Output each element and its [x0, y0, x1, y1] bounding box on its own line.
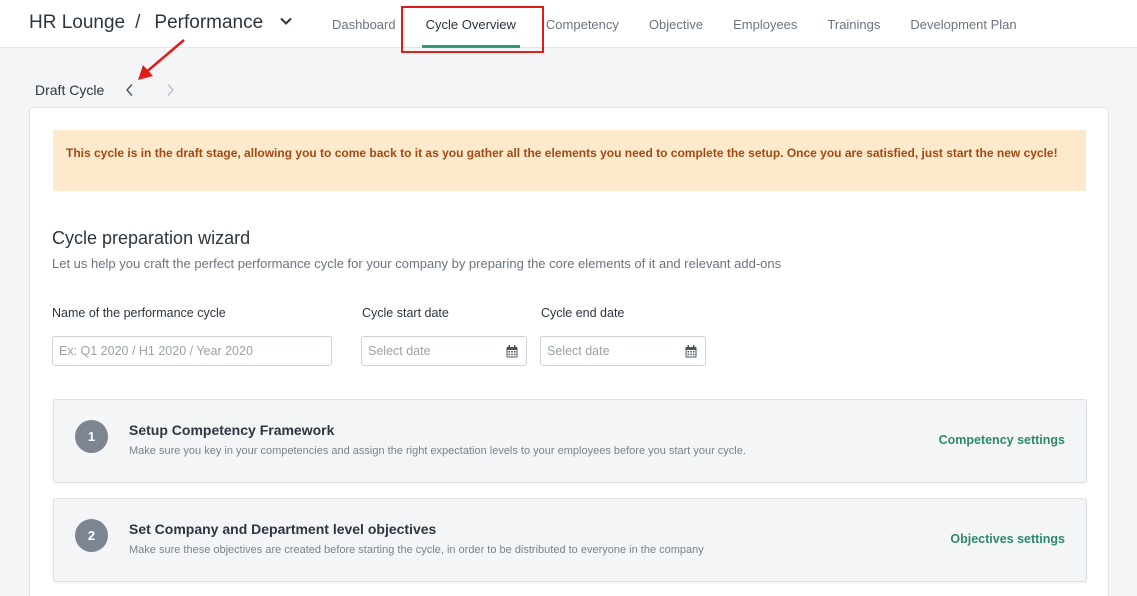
main-nav: Dashboard Cycle Overview Competency Obje…	[317, 0, 1032, 48]
wizard-subtitle: Let us help you craft the perfect perfor…	[52, 256, 782, 271]
end-date-placeholder: Select date	[547, 344, 610, 358]
start-date-label: Cycle start date	[362, 306, 449, 320]
cycle-name-placeholder: Ex: Q1 2020 / H1 2020 / Year 2020	[59, 344, 253, 358]
tab-trainings[interactable]: Trainings	[812, 0, 895, 48]
objectives-settings-link[interactable]: Objectives settings	[950, 532, 1065, 546]
cycle-name-label: Name of the performance cycle	[52, 306, 226, 320]
chevron-left-icon[interactable]	[124, 83, 136, 97]
app-title: HR Lounge / Performance	[29, 12, 293, 34]
step-number-badge: 2	[75, 519, 108, 552]
tab-cycle-overview[interactable]: Cycle Overview	[411, 0, 531, 48]
draft-notice-banner: This cycle is in the draft stage, allowi…	[53, 130, 1086, 191]
tab-development-plan[interactable]: Development Plan	[895, 0, 1031, 48]
cycle-header: Draft Cycle	[35, 82, 176, 98]
step-card: 1 Setup Competency Framework Make sure y…	[53, 399, 1087, 483]
end-date-label: Cycle end date	[541, 306, 625, 320]
step-number-badge: 1	[75, 420, 108, 453]
step-title: Setup Competency Framework	[129, 422, 335, 438]
chevron-down-icon[interactable]	[279, 14, 293, 28]
brand-name[interactable]: HR Lounge	[29, 12, 125, 34]
competency-settings-link[interactable]: Competency settings	[939, 433, 1065, 447]
start-date-placeholder: Select date	[368, 344, 431, 358]
breadcrumb-separator: /	[135, 12, 141, 33]
start-date-input[interactable]: Select date	[361, 336, 527, 366]
tab-objective[interactable]: Objective	[634, 0, 718, 48]
step-card: 2 Set Company and Department level objec…	[53, 498, 1087, 582]
chevron-right-icon[interactable]	[164, 83, 176, 97]
step-description: Make sure you key in your competencies a…	[129, 445, 746, 457]
step-title: Set Company and Department level objecti…	[129, 521, 437, 537]
wizard-title: Cycle preparation wizard	[52, 228, 251, 248]
cycle-title: Draft Cycle	[35, 82, 105, 98]
tab-competency[interactable]: Competency	[531, 0, 634, 48]
top-bar: HR Lounge / Performance Dashboard Cycle …	[0, 0, 1137, 48]
wizard-card: This cycle is in the draft stage, allowi…	[29, 107, 1109, 596]
tab-employees[interactable]: Employees	[718, 0, 812, 48]
cycle-name-input[interactable]: Ex: Q1 2020 / H1 2020 / Year 2020	[52, 336, 332, 366]
step-description: Make sure these objectives are created b…	[129, 544, 704, 556]
calendar-icon[interactable]	[506, 345, 518, 358]
end-date-input[interactable]: Select date	[540, 336, 706, 366]
calendar-icon[interactable]	[685, 345, 697, 358]
tab-dashboard[interactable]: Dashboard	[317, 0, 411, 48]
module-name[interactable]: Performance	[154, 12, 263, 34]
